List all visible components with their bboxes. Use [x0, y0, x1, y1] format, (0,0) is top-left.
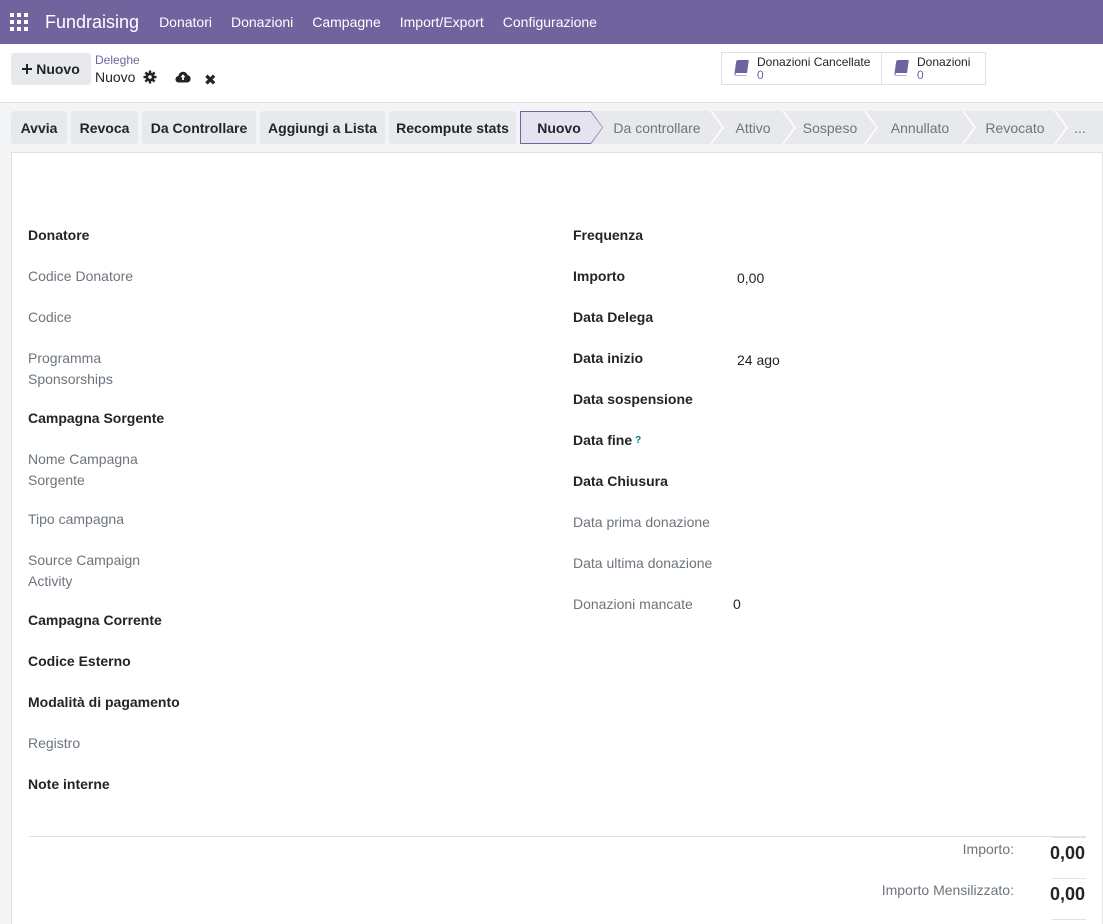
field-label-codice-donatore: Codice Donatore: [28, 268, 134, 284]
menu-import-export[interactable]: Import/Export: [400, 14, 484, 30]
revoca-button[interactable]: Revoca: [71, 111, 138, 144]
field-label-data-fine-wrap: Data fine?: [573, 430, 641, 451]
app-menu-icon[interactable]: [10, 13, 28, 31]
field-label-campagna-corrente: Campagna Corrente: [28, 612, 162, 628]
totals-divider: [29, 836, 1086, 837]
menu-configurazione[interactable]: Configurazione: [503, 14, 597, 30]
discard-icon[interactable]: ✖: [204, 71, 217, 89]
field-label-data-prima-donazione: Data prima donazione: [573, 514, 710, 530]
stage-nuovo[interactable]: Nuovo: [520, 111, 598, 144]
field-label-donatore: Donatore: [28, 227, 90, 243]
status-bar: Nuovo Da controllare Attivo Sospeso Annu…: [520, 111, 1103, 144]
stage-attivo[interactable]: Attivo: [723, 111, 783, 144]
aggiungi-a-lista-button[interactable]: Aggiungi a Lista: [260, 111, 385, 144]
total-line: [1052, 878, 1086, 879]
record-name: Nuovo: [95, 69, 136, 85]
recompute-stats-button[interactable]: Recompute stats: [389, 111, 516, 144]
stage-da-controllare[interactable]: Da controllare: [603, 111, 711, 144]
total-label-importo: Importo:: [962, 841, 1014, 857]
field-label-data-sospensione: Data sospensione: [573, 391, 693, 407]
gear-icon[interactable]: [143, 70, 157, 84]
field-label-data-inizio: Data inizio: [573, 350, 644, 366]
total-line: [1052, 837, 1086, 838]
stage-annullato[interactable]: Annullato: [877, 111, 963, 144]
stat-label: Donazioni: [917, 55, 971, 69]
breadcrumb[interactable]: Deleghe: [95, 53, 140, 67]
field-label-data-delega: Data Delega: [573, 309, 654, 325]
field-value-data-inizio[interactable]: 24 ago: [737, 350, 780, 371]
total-label-importo-mensilizzato: Importo Mensilizzato:: [881, 882, 1014, 898]
status-row: Avvia Revoca Da Controllare Aggiungi a L…: [0, 103, 1103, 152]
form-sheet: Donatore Codice Donatore Codice Programm…: [11, 152, 1103, 924]
field-label-tipo-campagna: Tipo campagna: [28, 511, 124, 527]
field-value-donazioni-mancate: 0: [733, 596, 741, 612]
menu-campagne[interactable]: Campagne: [312, 14, 381, 30]
avvia-button[interactable]: Avvia: [11, 111, 67, 144]
stat-value: 0: [917, 68, 924, 82]
field-label-nome-campagna-sorgente: Nome Campagna Sorgente: [28, 451, 138, 488]
field-label-modalita-pagamento: Modalità di pagamento: [28, 694, 180, 710]
menu-donazioni[interactable]: Donazioni: [231, 14, 293, 30]
field-label-registro: Registro: [28, 735, 81, 751]
field-label-donazioni-mancate: Donazioni mancate: [573, 596, 693, 612]
stage-more[interactable]: ...: [1067, 111, 1093, 144]
stat-label: Donazioni Cancellate: [757, 55, 871, 69]
book-icon: [734, 60, 749, 76]
menu-donatori[interactable]: Donatori: [159, 14, 212, 30]
new-button-label: Nuovo: [36, 61, 80, 77]
stat-button-donazioni-cancellate[interactable]: Donazioni Cancellate 0: [721, 52, 882, 85]
stat-button-donazioni[interactable]: Donazioni 0: [881, 52, 986, 85]
stat-value: 0: [757, 68, 764, 82]
stage-revocato[interactable]: Revocato: [975, 111, 1055, 144]
field-label-frequenza: Frequenza: [573, 227, 644, 243]
book-icon: [894, 60, 909, 76]
field-label-programma-sponsorships: Programma Sponsorships: [28, 350, 113, 387]
field-label-codice: Codice: [28, 309, 72, 325]
help-tooltip-icon[interactable]: ?: [635, 435, 641, 446]
app-name[interactable]: Fundraising: [45, 12, 139, 33]
new-button[interactable]: Nuovo: [11, 53, 91, 85]
total-value-importo-mensilizzato: 0,00: [1049, 884, 1085, 904]
plus-icon: [22, 64, 33, 74]
field-label-data-chiusura: Data Chiusura: [573, 473, 668, 489]
field-label-note-interne: Note interne: [28, 776, 110, 792]
field-value-importo[interactable]: 0,00: [737, 268, 764, 289]
field-label-codice-esterno: Codice Esterno: [28, 653, 131, 669]
total-line: [1052, 919, 1086, 920]
total-value-importo: 0,00: [1049, 843, 1085, 863]
field-label-campagna-sorgente: Campagna Sorgente: [28, 410, 165, 426]
control-panel: Nuovo Deleghe Nuovo ✖ Donazioni Cancella…: [0, 44, 1103, 103]
field-label-data-fine: Data fine: [573, 432, 633, 448]
field-label-importo: Importo: [573, 268, 626, 284]
field-label-source-campaign-activity: Source Campaign Activity: [28, 552, 141, 589]
top-navbar: Fundraising Donatori Donazioni Campagne …: [0, 0, 1103, 44]
da-controllare-button[interactable]: Da Controllare: [142, 111, 256, 144]
field-label-data-ultima-donazione: Data ultima donazione: [573, 555, 713, 571]
cloud-upload-icon[interactable]: [175, 71, 191, 83]
stage-sospeso[interactable]: Sospeso: [795, 111, 865, 144]
